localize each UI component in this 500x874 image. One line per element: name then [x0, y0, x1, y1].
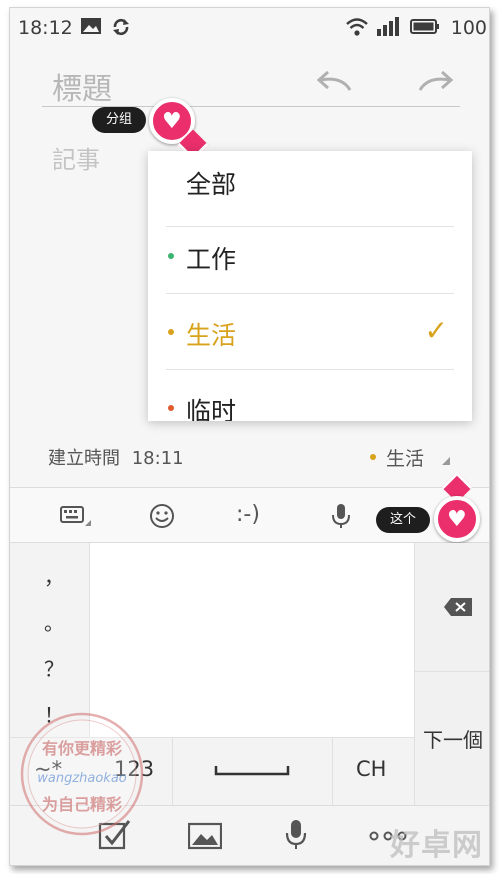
period-key[interactable]: 。	[44, 607, 64, 636]
stamp-bottom-text: 为自己精彩	[42, 795, 122, 814]
battery-percent: 100	[450, 17, 487, 39]
category-dot	[370, 454, 376, 460]
created-time: 18:11	[131, 448, 184, 469]
work-dot	[168, 253, 174, 259]
group-option-work[interactable]: 工作	[148, 218, 472, 294]
redo-icon[interactable]	[414, 66, 454, 96]
emoticon-key[interactable]: :-)	[236, 502, 260, 527]
created-label: 建立時間	[48, 448, 120, 469]
group-tooltip: 分组	[92, 107, 147, 133]
divider	[332, 738, 333, 806]
mic-icon[interactable]	[330, 502, 352, 530]
keyboard-icon[interactable]	[60, 506, 92, 528]
temp-dot	[168, 405, 174, 411]
image-icon	[81, 18, 101, 34]
signal-icon	[377, 17, 399, 36]
wifi-icon	[346, 18, 368, 36]
image-insert-icon[interactable]	[188, 822, 222, 850]
group-option-all[interactable]: 全部	[148, 151, 472, 227]
emoji-icon[interactable]	[148, 502, 176, 530]
question-key[interactable]: ？	[44, 653, 64, 682]
watermark-stamp: 有你更精彩 wangzhaokao 为自己精彩	[20, 712, 144, 836]
undo-icon[interactable]	[316, 66, 356, 96]
dropdown-corner-icon	[442, 457, 450, 465]
divider	[172, 738, 173, 806]
phone-screen: 18:12 100 標題 記事 分组 ♥ 全部 工作 生活 ✓ 临时 建立時間 …	[9, 7, 490, 866]
punctuation-column: ， 。 ？ ！	[10, 543, 90, 737]
this-tooltip: 这个	[376, 507, 431, 533]
option-label: 生活	[186, 321, 237, 350]
keyboard-right-column: 下一個	[414, 543, 489, 805]
group-option-temp[interactable]: 临时	[148, 370, 472, 421]
category-selector[interactable]: 生活	[386, 444, 424, 471]
life-dot	[168, 329, 174, 335]
stamp-url-text: wangzhaokao	[37, 771, 127, 786]
this-heart-marker: ♥	[434, 496, 480, 542]
heart-icon: ♥	[162, 109, 182, 134]
created-info: 建立時間 18:11	[48, 444, 184, 470]
title-input[interactable]: 標題	[52, 64, 112, 108]
backspace-icon[interactable]	[443, 597, 473, 617]
voice-icon[interactable]	[284, 818, 308, 852]
status-bar: 18:12 100	[10, 8, 489, 48]
space-key[interactable]	[214, 764, 290, 778]
divider	[415, 671, 489, 672]
battery-icon	[410, 19, 439, 34]
stamp-top-text: 有你更精彩	[42, 739, 122, 758]
status-time: 18:12	[18, 17, 73, 39]
watermark-site: 好卓网	[390, 828, 483, 863]
next-key[interactable]: 下一個	[423, 724, 483, 753]
memo-input[interactable]: 記事	[52, 140, 100, 175]
lang-key[interactable]: CH	[356, 757, 386, 781]
option-label: 工作	[186, 245, 237, 274]
sync-icon	[113, 18, 129, 36]
comma-key[interactable]: ，	[44, 561, 64, 590]
check-icon: ✓	[424, 314, 448, 347]
group-dropdown: 全部 工作 生活 ✓ 临时	[148, 151, 472, 421]
option-label: 全部	[186, 170, 237, 199]
option-label: 临时	[186, 397, 237, 421]
group-option-life[interactable]: 生活 ✓	[148, 294, 472, 370]
heart-icon: ♥	[447, 507, 467, 532]
